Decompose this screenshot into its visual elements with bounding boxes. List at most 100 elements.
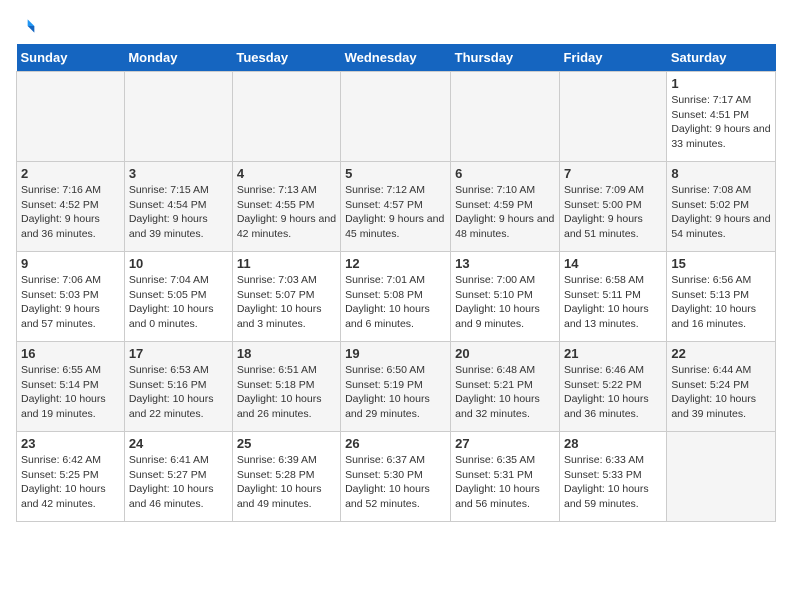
calendar-cell: 26 Sunrise: 6:37 AM Sunset: 5:30 PM Dayli… [341,432,451,522]
calendar-cell: 20 Sunrise: 6:48 AM Sunset: 5:21 PM Dayli… [451,342,560,432]
cell-info: Sunrise: 7:01 AM Sunset: 5:08 PM Dayligh… [345,273,446,332]
cell-info: Sunrise: 6:58 AM Sunset: 5:11 PM Dayligh… [564,273,662,332]
weekday-header-monday: Monday [124,44,232,72]
cell-info: Sunrise: 7:09 AM Sunset: 5:00 PM Dayligh… [564,183,662,242]
day-number: 10 [129,256,228,271]
day-number: 1 [671,76,771,91]
day-number: 20 [455,346,555,361]
day-number: 25 [237,436,336,451]
cell-info: Sunrise: 7:12 AM Sunset: 4:57 PM Dayligh… [345,183,446,242]
calendar-cell: 3 Sunrise: 7:15 AM Sunset: 4:54 PM Daylig… [124,162,232,252]
calendar-cell [232,72,340,162]
cell-info: Sunrise: 6:37 AM Sunset: 5:30 PM Dayligh… [345,453,446,512]
day-number: 3 [129,166,228,181]
calendar-cell: 15 Sunrise: 6:56 AM Sunset: 5:13 PM Dayli… [667,252,776,342]
calendar-cell: 2 Sunrise: 7:16 AM Sunset: 4:52 PM Daylig… [17,162,125,252]
cell-info: Sunrise: 6:46 AM Sunset: 5:22 PM Dayligh… [564,363,662,422]
day-number: 21 [564,346,662,361]
cell-info: Sunrise: 6:53 AM Sunset: 5:16 PM Dayligh… [129,363,228,422]
weekday-header-thursday: Thursday [451,44,560,72]
week-row-1: 1 Sunrise: 7:17 AM Sunset: 4:51 PM Daylig… [17,72,776,162]
cell-info: Sunrise: 7:15 AM Sunset: 4:54 PM Dayligh… [129,183,228,242]
calendar-cell [451,72,560,162]
week-row-2: 2 Sunrise: 7:16 AM Sunset: 4:52 PM Daylig… [17,162,776,252]
cell-info: Sunrise: 6:39 AM Sunset: 5:28 PM Dayligh… [237,453,336,512]
cell-info: Sunrise: 6:41 AM Sunset: 5:27 PM Dayligh… [129,453,228,512]
cell-info: Sunrise: 7:03 AM Sunset: 5:07 PM Dayligh… [237,273,336,332]
calendar-cell: 14 Sunrise: 6:58 AM Sunset: 5:11 PM Dayli… [559,252,666,342]
calendar-cell: 9 Sunrise: 7:06 AM Sunset: 5:03 PM Daylig… [17,252,125,342]
day-number: 2 [21,166,120,181]
day-number: 22 [671,346,771,361]
cell-info: Sunrise: 6:51 AM Sunset: 5:18 PM Dayligh… [237,363,336,422]
day-number: 18 [237,346,336,361]
week-row-5: 23Sunrise: 6:42 AM Sunset: 5:25 PM Dayli… [17,432,776,522]
calendar-cell: 5Sunrise: 7:12 AM Sunset: 4:57 PM Daylig… [341,162,451,252]
calendar-cell [17,72,125,162]
day-number: 8 [671,166,771,181]
day-number: 7 [564,166,662,181]
cell-info: Sunrise: 7:00 AM Sunset: 5:10 PM Dayligh… [455,273,555,332]
cell-info: Sunrise: 6:50 AM Sunset: 5:19 PM Dayligh… [345,363,446,422]
calendar-cell: 19 Sunrise: 6:50 AM Sunset: 5:19 PM Dayli… [341,342,451,432]
cell-info: Sunrise: 6:48 AM Sunset: 5:21 PM Dayligh… [455,363,555,422]
weekday-header-saturday: Saturday [667,44,776,72]
calendar-cell: 18 Sunrise: 6:51 AM Sunset: 5:18 PM Dayli… [232,342,340,432]
cell-info: Sunrise: 6:42 AM Sunset: 5:25 PM Dayligh… [21,453,120,512]
weekday-header-tuesday: Tuesday [232,44,340,72]
day-number: 15 [671,256,771,271]
calendar-cell: 22 Sunrise: 6:44 AM Sunset: 5:24 PM Dayli… [667,342,776,432]
cell-info: Sunrise: 6:56 AM Sunset: 5:13 PM Dayligh… [671,273,771,332]
calendar-table: SundayMondayTuesdayWednesdayThursdayFrid… [16,44,776,522]
calendar-cell: 1 Sunrise: 7:17 AM Sunset: 4:51 PM Daylig… [667,72,776,162]
calendar-cell: 10Sunrise: 7:04 AM Sunset: 5:05 PM Dayli… [124,252,232,342]
day-number: 28 [564,436,662,451]
cell-info: Sunrise: 6:44 AM Sunset: 5:24 PM Dayligh… [671,363,771,422]
calendar-cell [124,72,232,162]
day-number: 24 [129,436,228,451]
calendar-cell: 6 Sunrise: 7:10 AM Sunset: 4:59 PM Daylig… [451,162,560,252]
weekday-header-friday: Friday [559,44,666,72]
day-number: 6 [455,166,555,181]
calendar-cell: 28 Sunrise: 6:33 AM Sunset: 5:33 PM Dayli… [559,432,666,522]
logo-icon [16,16,36,36]
calendar-cell: 11 Sunrise: 7:03 AM Sunset: 5:07 PM Dayli… [232,252,340,342]
calendar-cell: 16Sunrise: 6:55 AM Sunset: 5:14 PM Dayli… [17,342,125,432]
cell-info: Sunrise: 7:17 AM Sunset: 4:51 PM Dayligh… [671,93,771,152]
cell-info: Sunrise: 7:10 AM Sunset: 4:59 PM Dayligh… [455,183,555,242]
cell-info: Sunrise: 7:16 AM Sunset: 4:52 PM Dayligh… [21,183,120,242]
calendar-cell: 23Sunrise: 6:42 AM Sunset: 5:25 PM Dayli… [17,432,125,522]
week-row-3: 9 Sunrise: 7:06 AM Sunset: 5:03 PM Daylig… [17,252,776,342]
calendar-cell: 4 Sunrise: 7:13 AM Sunset: 4:55 PM Daylig… [232,162,340,252]
calendar-cell: 24 Sunrise: 6:41 AM Sunset: 5:27 PM Dayli… [124,432,232,522]
calendar-cell [667,432,776,522]
logo [16,16,40,36]
calendar-cell [341,72,451,162]
weekday-header-sunday: Sunday [17,44,125,72]
day-number: 14 [564,256,662,271]
calendar-cell: 13 Sunrise: 7:00 AM Sunset: 5:10 PM Dayli… [451,252,560,342]
day-number: 27 [455,436,555,451]
calendar-cell: 21 Sunrise: 6:46 AM Sunset: 5:22 PM Dayli… [559,342,666,432]
calendar-cell: 8 Sunrise: 7:08 AM Sunset: 5:02 PM Daylig… [667,162,776,252]
cell-info: Sunrise: 6:35 AM Sunset: 5:31 PM Dayligh… [455,453,555,512]
day-number: 26 [345,436,446,451]
weekday-header-wednesday: Wednesday [341,44,451,72]
calendar-cell [559,72,666,162]
weekday-header-row: SundayMondayTuesdayWednesdayThursdayFrid… [17,44,776,72]
cell-info: Sunrise: 7:08 AM Sunset: 5:02 PM Dayligh… [671,183,771,242]
day-number: 16 [21,346,120,361]
day-number: 13 [455,256,555,271]
cell-info: Sunrise: 6:33 AM Sunset: 5:33 PM Dayligh… [564,453,662,512]
page-header [16,16,776,36]
cell-info: Sunrise: 7:13 AM Sunset: 4:55 PM Dayligh… [237,183,336,242]
calendar-cell: 25 Sunrise: 6:39 AM Sunset: 5:28 PM Dayli… [232,432,340,522]
calendar-cell: 12 Sunrise: 7:01 AM Sunset: 5:08 PM Dayli… [341,252,451,342]
cell-info: Sunrise: 7:06 AM Sunset: 5:03 PM Dayligh… [21,273,120,332]
day-number: 4 [237,166,336,181]
calendar-cell: 27 Sunrise: 6:35 AM Sunset: 5:31 PM Dayli… [451,432,560,522]
day-number: 9 [21,256,120,271]
day-number: 12 [345,256,446,271]
day-number: 11 [237,256,336,271]
day-number: 19 [345,346,446,361]
